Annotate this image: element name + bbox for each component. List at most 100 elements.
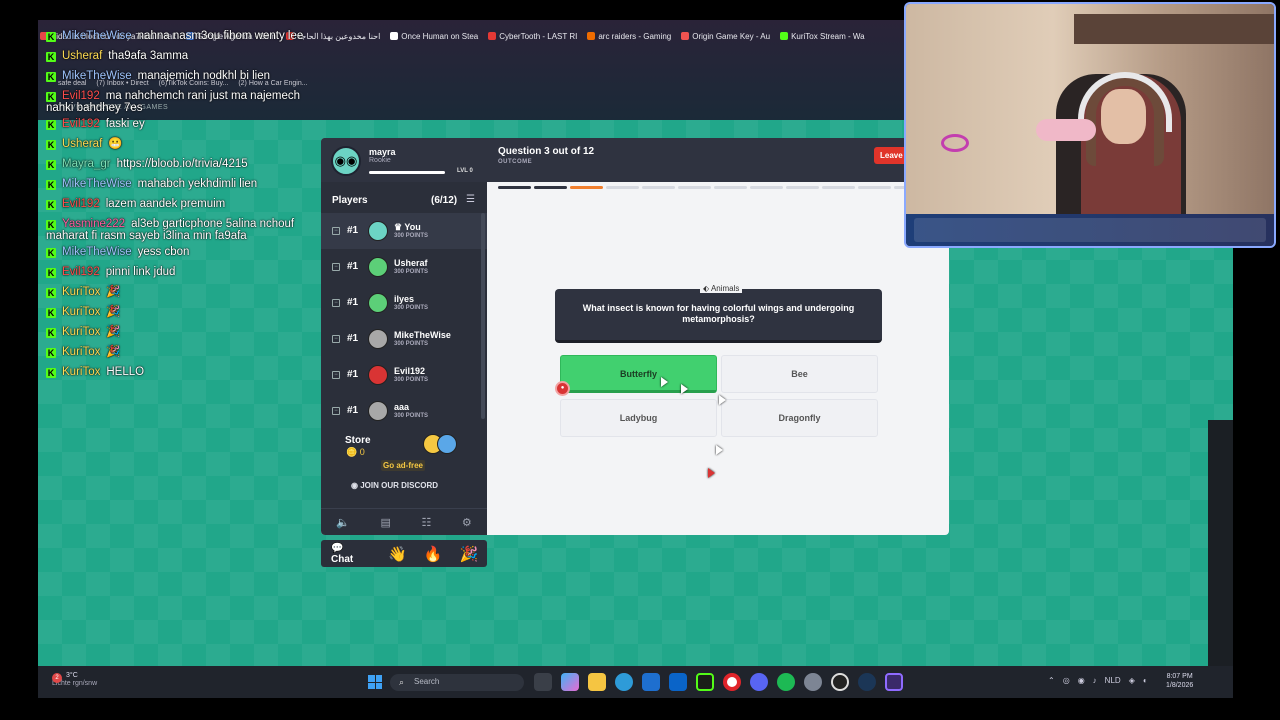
mic-icon[interactable]: ♪ (1093, 676, 1097, 685)
outlook-app-icon[interactable] (669, 673, 687, 691)
tab-label: Origin Game Key - Au (692, 31, 771, 41)
chat-username[interactable]: MikeTheWise (62, 30, 132, 42)
settings-app-icon[interactable] (804, 673, 822, 691)
minus-icon[interactable]: − (332, 407, 340, 415)
party-reaction-button[interactable]: 🎉 (451, 545, 487, 563)
join-discord-button[interactable]: ◉ JOIN OUR DISCORD (351, 481, 438, 490)
discord-app-icon[interactable] (750, 673, 768, 691)
network-icon[interactable]: ◉ (1078, 676, 1085, 685)
player-row[interactable]: − #1 Evil192 300 POINTS (321, 357, 487, 393)
trivia-game-window: ◉◉ mayra Rookie LVL 0 Players (6/12) ☰ −… (321, 138, 949, 535)
chat-username[interactable]: Evil192 (62, 90, 100, 102)
spotify-app-icon[interactable] (777, 673, 795, 691)
tab-favicon-icon (780, 32, 789, 40)
browser-tab[interactable]: Once Human on Stea (390, 28, 478, 44)
chat-username[interactable]: Usheraf (62, 50, 102, 62)
minus-icon[interactable]: − (332, 371, 340, 379)
chat-username[interactable]: Usheraf (62, 138, 102, 150)
chat-username[interactable]: Mayra_gr (62, 158, 111, 170)
weather-widget[interactable]: 2 3°C Lichte rgn/snw (52, 672, 97, 689)
chat-username[interactable]: MikeTheWise (62, 70, 132, 82)
minus-icon[interactable]: − (332, 299, 340, 307)
obs-app-icon[interactable] (831, 673, 849, 691)
chat-username[interactable]: KuriTox (62, 326, 100, 338)
stream-chat-overlay: K MikeTheWise nahna nasm3ou fihom wenty le… (46, 30, 316, 386)
file-explorer-icon[interactable] (588, 673, 606, 691)
chat-username[interactable]: Evil192 (62, 266, 100, 278)
player-row[interactable]: − #1 Usheraf 300 POINTS (321, 249, 487, 285)
chat-text: 🎉 (106, 286, 121, 299)
browser-tab[interactable]: Origin Game Key - Au (681, 28, 770, 44)
chat-username[interactable]: KuriTox (62, 346, 100, 358)
opera-browser-icon[interactable] (723, 673, 741, 691)
store-card[interactable]: Store 🪙 0 Go ad-free (338, 429, 463, 471)
player-row[interactable]: − #1 aaa 300 POINTS (321, 393, 487, 429)
tray-app-icon[interactable]: ◎ (1063, 676, 1070, 685)
filter-icon[interactable]: ☰ (466, 194, 475, 205)
webcam-frame-band (906, 214, 1274, 246)
taskbar-apps (534, 673, 903, 691)
webcam-frame-inner (914, 218, 1266, 242)
chat-message: K KuriTox 🎉 (46, 326, 316, 342)
calendar-app-icon[interactable] (642, 673, 660, 691)
steam-app-icon[interactable] (858, 673, 876, 691)
chat-username[interactable]: KuriTox (62, 306, 100, 318)
settings-icon[interactable]: ⚙ (462, 516, 472, 529)
answer-bee[interactable]: Bee (721, 355, 878, 393)
minus-icon[interactable]: − (332, 263, 340, 271)
answer-ladybug[interactable]: Ladybug (560, 399, 717, 437)
minus-icon[interactable]: − (332, 227, 340, 235)
wave-reaction-button[interactable]: 👋 (379, 545, 415, 563)
kick-badge-icon: K (46, 368, 56, 379)
speaker-icon[interactable]: ◐ (1143, 676, 1148, 685)
player-row[interactable]: − #1 ilyes 300 POINTS (321, 285, 487, 321)
chat-text: 😬 (108, 138, 123, 151)
background-window-edge (1208, 420, 1233, 666)
progress-segment (534, 186, 567, 189)
browser-tab[interactable]: CyberTooth - LAST RI (488, 28, 577, 44)
chat-username[interactable]: MikeTheWise (62, 178, 132, 190)
chat-message: K KuriTox 🎉 (46, 306, 316, 322)
chat-username[interactable]: KuriTox (62, 286, 100, 298)
profile-card[interactable]: ◉◉ mayra Rookie LVL 0 (321, 138, 487, 182)
browser-tab[interactable]: KuriTox Stream - Wa (780, 28, 865, 44)
wifi-icon[interactable]: ◈ (1129, 676, 1135, 685)
discord-icon: ◉ (351, 481, 358, 490)
players-scrollbar[interactable] (481, 213, 485, 419)
player-rank: #1 (347, 405, 359, 416)
answer-dragonfly[interactable]: Dragonfly (721, 399, 878, 437)
chat-username[interactable]: MikeTheWise (62, 246, 132, 258)
chat-text: faski ey (105, 118, 145, 131)
edge-browser-icon[interactable] (615, 673, 633, 691)
terminal-app-icon[interactable] (534, 673, 552, 691)
chat-username[interactable]: Yasmine222 (62, 218, 125, 230)
chat-text: pinni link jdud (105, 266, 176, 279)
windows-start-icon[interactable] (368, 675, 382, 689)
date: 1/8/2026 (1166, 682, 1194, 690)
kick-app-icon[interactable] (696, 673, 714, 691)
language-indicator[interactable]: NLD (1105, 676, 1121, 685)
minus-icon[interactable]: − (332, 335, 340, 343)
players-icon[interactable]: ☷ (421, 516, 431, 529)
player-row[interactable]: − #1 MikeTheWise 300 POINTS (321, 321, 487, 357)
player-row[interactable]: − #1 ♛ You 300 POINTS (321, 213, 487, 249)
copilot-app-icon[interactable] (561, 673, 579, 691)
stream-app-icon[interactable] (885, 673, 903, 691)
go-adfree-button[interactable]: Go ad-free (381, 460, 426, 471)
chat-username[interactable]: Evil192 (62, 198, 100, 210)
tray-chevron-icon[interactable]: ⌃ (1048, 676, 1055, 685)
kick-badge-icon: K (46, 308, 56, 319)
progress-segment (750, 186, 783, 189)
screen-icon[interactable]: ▤ (381, 516, 391, 529)
browser-tab[interactable]: arc raiders - Gaming (587, 28, 671, 44)
taskbar-search[interactable]: ⌕ Search (390, 674, 524, 691)
fire-reaction-button[interactable]: 🔥 (415, 545, 451, 563)
player-rank: #1 (347, 333, 359, 344)
answer-butterfly[interactable]: Butterfly (560, 355, 717, 393)
chat-text: yess cbon (137, 246, 190, 259)
chat-button[interactable]: 💬 Chat (321, 543, 379, 565)
clock[interactable]: 8:07 PM 1/8/2026 (1166, 672, 1193, 690)
chat-username[interactable]: Evil192 (62, 118, 100, 130)
chat-username[interactable]: KuriTox (62, 366, 100, 378)
volume-icon[interactable]: 🔈 (336, 516, 350, 529)
